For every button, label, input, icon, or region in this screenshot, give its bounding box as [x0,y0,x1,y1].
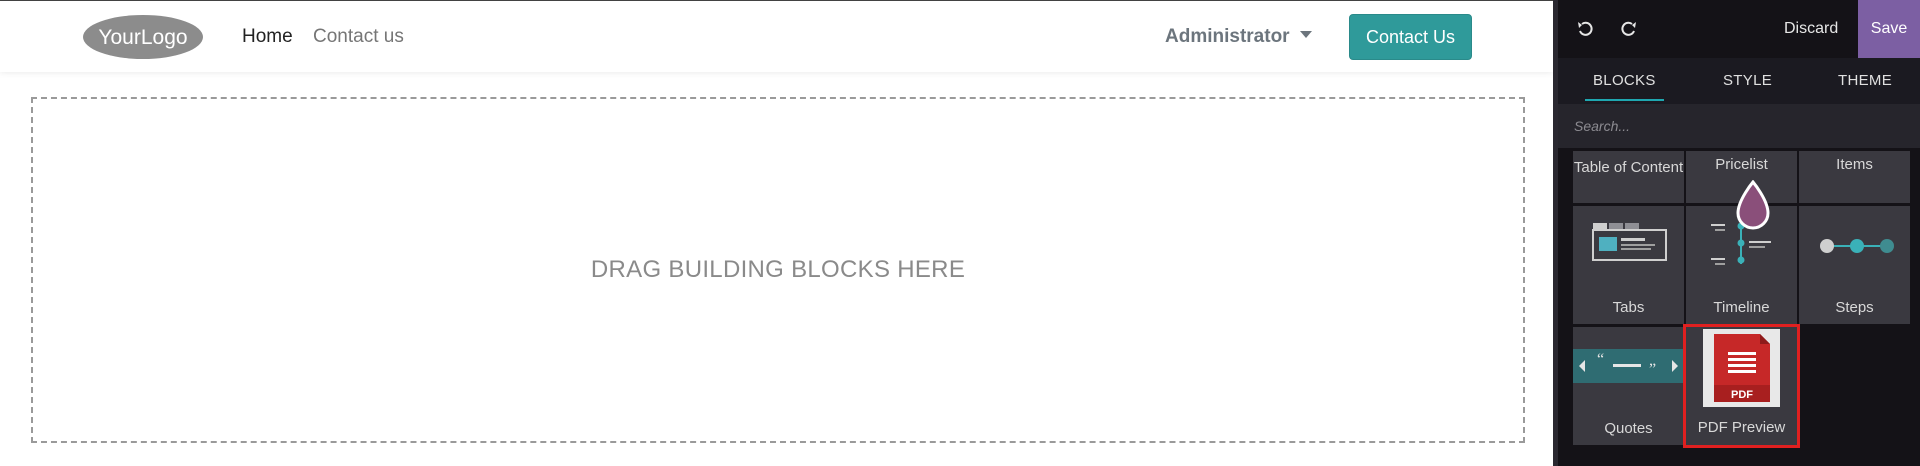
editor-tabs: BLOCKS STYLE THEME [1558,58,1920,104]
drop-zone[interactable]: DRAG BUILDING BLOCKS HERE [31,97,1525,443]
caret-down-icon [1299,31,1312,39]
block-quotes[interactable]: “ ” Quotes [1573,327,1684,445]
block-label: Quotes [1604,420,1653,437]
pdf-thumbnail-icon: PDF [1703,329,1780,407]
site-navbar: YourLogo Home Contact us Administrator C… [0,1,1553,72]
drop-zone-text: DRAG BUILDING BLOCKS HERE [590,256,966,283]
redo-icon[interactable] [1618,19,1638,39]
logo-text: YourLogo [98,26,187,49]
block-label: PDF Preview [1697,419,1786,436]
discard-button[interactable]: Discard [1784,20,1838,38]
tab-theme[interactable]: THEME [1838,72,1892,89]
undo-icon[interactable] [1576,19,1596,39]
block-items[interactable]: Items [1799,151,1910,203]
site-logo[interactable]: YourLogo [82,14,204,60]
save-button[interactable]: Save [1858,0,1920,58]
block-label: Table of Content [1573,159,1684,176]
pdf-badge: PDF [1731,389,1753,401]
user-menu-label: Administrator [1165,26,1290,47]
block-tabs[interactable]: Tabs [1573,206,1684,324]
nav-contact-link[interactable]: Contact us [313,26,404,48]
svg-text:”: ” [1649,361,1656,378]
nav-home-link[interactable]: Home [242,26,293,48]
block-label: Timeline [1713,299,1770,316]
steps-thumbnail-icon [1820,239,1894,253]
block-label: Tabs [1612,299,1645,316]
block-pdf-preview[interactable]: PDF PDF Preview [1683,324,1800,448]
block-steps[interactable]: Steps [1799,206,1910,324]
editor-topbar: Discard Save [1558,0,1920,58]
block-label: Items [1836,156,1873,173]
contact-us-button[interactable]: Contact Us [1349,14,1472,60]
editor-panel: Discard Save BLOCKS STYLE THEME Table of… [1553,0,1920,466]
drop-indicator-icon [1736,180,1770,230]
quotes-thumbnail-icon: “ ” [1573,349,1684,383]
tab-blocks[interactable]: BLOCKS [1585,72,1664,101]
tab-style[interactable]: STYLE [1723,72,1772,89]
blocks-search-input[interactable] [1558,104,1920,148]
user-menu[interactable]: Administrator [1165,26,1312,48]
svg-text:“: “ [1597,351,1604,368]
tabs-thumbnail-icon [1592,223,1667,261]
block-table-of-content[interactable]: Table of Content [1573,151,1684,203]
block-label: Pricelist [1715,156,1768,173]
website-preview: YourLogo Home Contact us Administrator C… [0,0,1553,466]
block-label: Steps [1835,299,1874,316]
